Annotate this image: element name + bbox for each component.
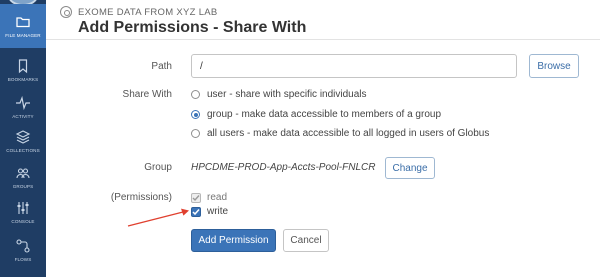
flows-icon [16, 239, 30, 253]
share-option-user[interactable]: user - share with specific individuals [191, 89, 367, 100]
annotation-arrow-icon [127, 208, 189, 227]
share-option-text: user - share with specific individuals [207, 89, 367, 100]
share-user-radio[interactable] [191, 90, 200, 99]
add-permission-button[interactable]: Add Permission [191, 229, 276, 252]
collection-icon [60, 6, 72, 18]
share-with-label: Share With [122, 89, 172, 100]
bookmark-icon [18, 59, 28, 74]
sidebar-item-label: FLOWS [14, 257, 32, 262]
sidebar-item-collections[interactable]: COLLECTIONS [0, 129, 46, 159]
layers-icon [15, 130, 31, 144]
write-label: write [207, 206, 229, 217]
sidebar-item-label: ACTIVITY [12, 114, 34, 119]
permission-write[interactable]: write [191, 206, 228, 217]
permissions-label: (Permissions) [110, 192, 172, 203]
groups-icon [16, 168, 30, 179]
read-checkbox [191, 192, 201, 203]
sidebar-item-bookmarks[interactable]: BOOKMARKS [0, 58, 46, 88]
collection-name: EXOME DATA FROM XYZ LAB [78, 7, 218, 18]
share-all-users-radio[interactable] [191, 129, 200, 138]
activity-icon [16, 95, 30, 111]
sidebar-item-label: GROUPS [12, 184, 34, 189]
page-title: Add Permissions - Share With [78, 19, 307, 36]
group-name: HPCDME-PROD-App-Accts-Pool-FNLCR [191, 162, 376, 173]
share-group-radio[interactable] [191, 110, 200, 119]
sliders-icon [17, 202, 29, 214]
sidebar-item-label: BOOKMARKS [7, 77, 39, 82]
folder-icon [16, 17, 30, 28]
change-group-button[interactable]: Change [385, 157, 435, 179]
share-option-text: group - make data accessible to members … [207, 109, 442, 120]
sidebar-item-flows[interactable]: FLOWS [0, 238, 46, 268]
sidebar-item-activity[interactable]: ACTIVITY [0, 95, 46, 125]
read-label: read [207, 192, 228, 203]
sidebar-item-file-manager[interactable]: FILE MANAGER [0, 4, 46, 48]
share-option-text: all users - make data accessible to all … [207, 128, 490, 139]
group-label: Group [144, 162, 172, 173]
sidebar-item-label: CONSOLE [11, 219, 35, 224]
share-option-group[interactable]: group - make data accessible to members … [191, 109, 441, 120]
sidebar-item-console[interactable]: CONSOLE [0, 200, 46, 230]
sidebar: FILE MANAGER BOOKMARKS ACTIVITY COLLECTI… [0, 0, 46, 277]
cancel-button[interactable]: Cancel [283, 229, 329, 252]
share-option-all-users[interactable]: all users - make data accessible to all … [191, 128, 489, 139]
write-checkbox[interactable] [191, 206, 201, 217]
path-label: Path [151, 61, 172, 72]
sidebar-item-label: COLLECTIONS [6, 148, 40, 153]
sidebar-item-label: FILE MANAGER [5, 33, 41, 38]
page-header: EXOME DATA FROM XYZ LAB Add Permissions … [46, 0, 600, 40]
permission-read: read [191, 192, 227, 203]
sidebar-item-groups[interactable]: GROUPS [0, 165, 46, 195]
path-input[interactable] [191, 54, 517, 78]
browse-button[interactable]: Browse [529, 54, 579, 78]
